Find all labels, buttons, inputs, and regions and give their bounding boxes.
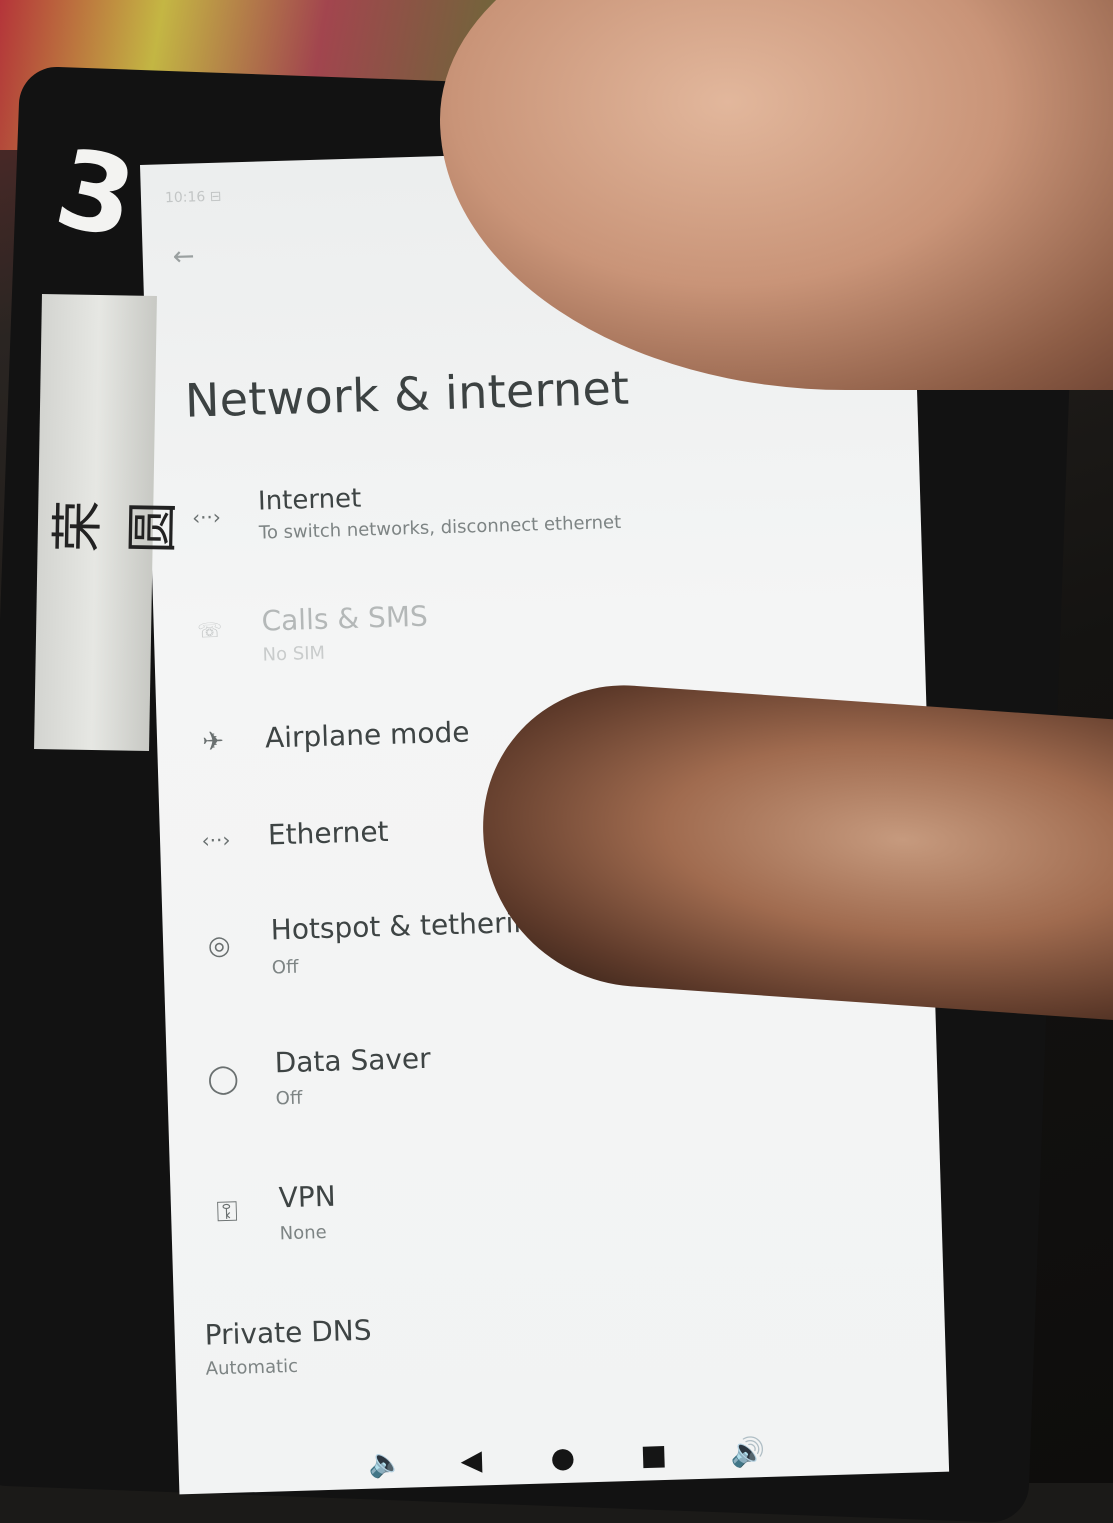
settings-item-label: VPN — [278, 1179, 337, 1215]
volume-up-icon[interactable]: 🔊 — [730, 1435, 766, 1469]
page-title: Network & internet — [184, 360, 631, 428]
airplane-icon: ✈ — [201, 726, 225, 758]
settings-item-label: Ethernet — [267, 814, 389, 852]
settings-item-summary: To switch networks, disconnect ethernet — [258, 511, 622, 544]
sim-icon: ☏ — [196, 617, 223, 643]
settings-item-summary: Automatic — [205, 1355, 299, 1380]
settings-item-label: Private DNS — [204, 1313, 372, 1352]
key-icon: ⚿ — [215, 1194, 239, 1229]
data-saver-icon: ◯ — [206, 1061, 240, 1096]
settings-item-data-saver[interactable]: ◯ Data Saver Off — [166, 1028, 908, 1130]
settings-item-label: Internet — [257, 483, 362, 517]
settings-item-label: Data Saver — [274, 1041, 432, 1080]
hotspot-icon: ◎ — [207, 930, 231, 962]
back-arrow-icon[interactable]: ← — [172, 241, 195, 272]
ethernet-icon: ‹··› — [191, 504, 222, 530]
recents-icon[interactable]: ■ — [640, 1438, 667, 1472]
volume-down-icon[interactable]: 🔈 — [368, 1446, 404, 1480]
settings-item-calls-sms: ☏ Calls & SMS No SIM — [153, 586, 895, 688]
settings-item-private-dns[interactable]: Private DNS Automatic — [174, 1298, 916, 1400]
status-bar: 10:16 ⊟ — [164, 188, 222, 207]
settings-item-summary: No SIM — [262, 642, 326, 666]
handwritten-label: 荣圆 — [47, 499, 184, 555]
settings-item-internet[interactable]: ‹··› Internet To switch networks, discon… — [150, 468, 892, 570]
settings-item-label: Calls & SMS — [261, 599, 429, 638]
settings-item-label: Airplane mode — [264, 715, 470, 755]
settings-item-summary: None — [279, 1221, 328, 1245]
settings-item-summary: Off — [271, 956, 299, 979]
settings-item-summary: Off — [275, 1087, 303, 1110]
settings-item-vpn[interactable]: ⚿ VPN None — [170, 1163, 912, 1265]
tape-label: 荣圆 — [34, 294, 184, 751]
home-icon[interactable]: ● — [550, 1441, 575, 1475]
ethernet-icon: ‹··› — [201, 827, 231, 853]
back-icon[interactable]: ◀ — [460, 1443, 483, 1477]
